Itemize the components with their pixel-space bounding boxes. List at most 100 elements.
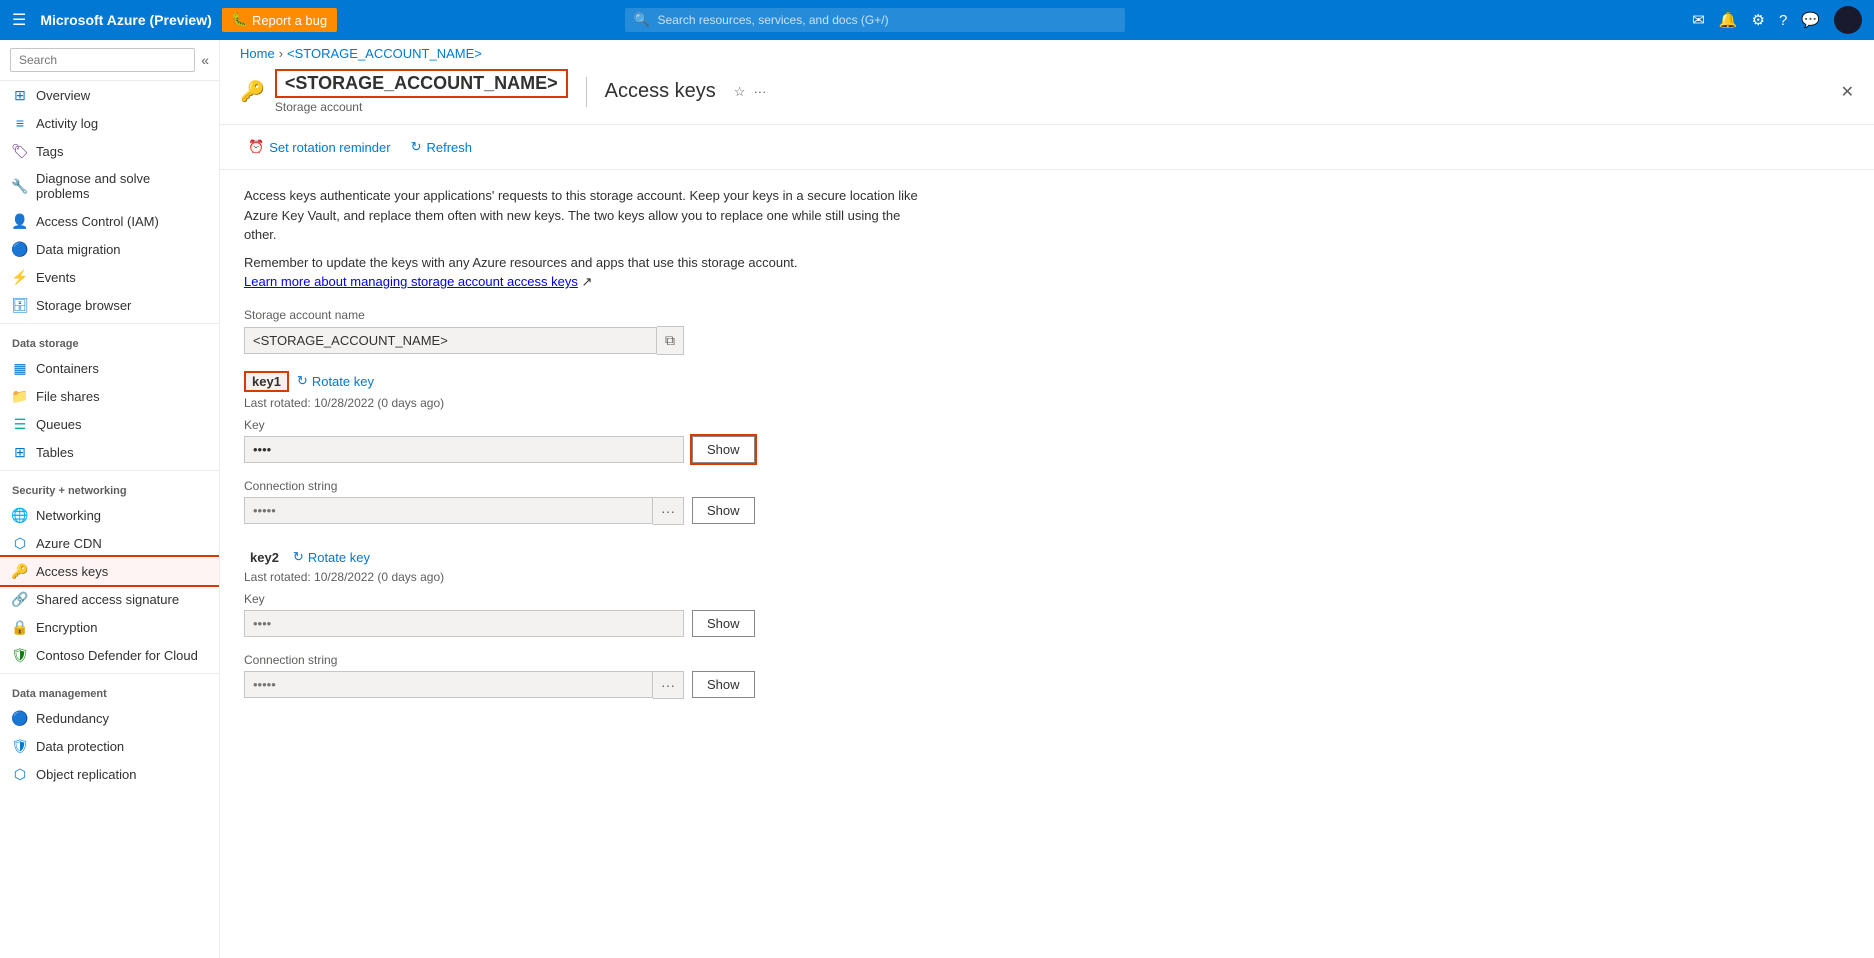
replication-icon: ⬡ xyxy=(12,766,28,782)
sidebar-item-access-keys[interactable]: 🔑 Access keys xyxy=(0,557,219,585)
sidebar-item-data-protection[interactable]: 🛡 Data protection xyxy=(0,732,219,760)
sidebar-item-label: Activity log xyxy=(36,116,98,131)
sidebar-item-shared-access[interactable]: 🔗 Shared access signature xyxy=(0,585,219,613)
info-note: Remember to update the keys with any Azu… xyxy=(244,253,924,292)
sidebar-item-label: Queues xyxy=(36,417,82,432)
copy-key1-connection-button[interactable]: ··· xyxy=(653,497,684,525)
rotation-icon: ⏰ xyxy=(248,139,264,155)
sidebar-item-defender[interactable]: 🛡 Contoso Defender for Cloud xyxy=(0,641,219,669)
hamburger-icon[interactable]: ☰ xyxy=(12,10,26,30)
sidebar-item-object-replication[interactable]: ⬡ Object replication xyxy=(0,760,219,788)
global-search-input[interactable] xyxy=(625,8,1125,32)
sidebar-collapse-button[interactable]: « xyxy=(201,52,209,68)
page-title: Access keys xyxy=(605,80,716,103)
events-icon: ⚡ xyxy=(12,269,28,285)
notifications-icon[interactable]: 🔔 xyxy=(1719,11,1738,29)
show-key1-connection-button[interactable]: Show xyxy=(692,497,755,524)
key2-key-label: Key xyxy=(244,592,924,606)
main-layout: « ⊞ Overview ≡ Activity log 🏷 Tags 🔧 Dia… xyxy=(0,40,1874,958)
set-rotation-button[interactable]: ⏰ Set rotation reminder xyxy=(240,135,399,159)
sidebar-item-label: Networking xyxy=(36,508,101,523)
sidebar-item-tables[interactable]: ⊞ Tables xyxy=(0,438,219,466)
storage-name-label: Storage account name xyxy=(244,308,924,322)
favorite-icon[interactable]: ☆ xyxy=(734,84,746,100)
key1-key-input[interactable] xyxy=(244,436,684,463)
sidebar-item-encryption[interactable]: 🔒 Encryption xyxy=(0,613,219,641)
sidebar-item-label: Diagnose and solve problems xyxy=(36,171,207,201)
key1-key-row: Show xyxy=(244,436,924,463)
content-toolbar: ⏰ Set rotation reminder ↻ Refresh xyxy=(220,125,1874,170)
key2-last-rotated: Last rotated: 10/28/2022 (0 days ago) xyxy=(244,570,1850,584)
sidebar-item-networking[interactable]: 🌐 Networking xyxy=(0,501,219,529)
close-button[interactable]: ✕ xyxy=(1841,82,1854,102)
user-avatar[interactable] xyxy=(1834,6,1862,34)
show-key1-button[interactable]: Show xyxy=(692,436,755,463)
sidebar-item-queues[interactable]: ☰ Queues xyxy=(0,410,219,438)
sidebar-item-tags[interactable]: 🏷 Tags xyxy=(0,137,219,165)
rotate-key1-button[interactable]: ↻ Rotate key xyxy=(297,373,374,389)
show-key2-button[interactable]: Show xyxy=(692,610,755,637)
sidebar-item-label: Encryption xyxy=(36,620,97,635)
key1-connection-wrap: ··· xyxy=(244,497,684,525)
title-actions: ☆ ··· xyxy=(734,84,767,100)
key2-key-row: Show xyxy=(244,610,924,637)
sidebar-item-label: Access Control (IAM) xyxy=(36,214,159,229)
sidebar-item-label: Tables xyxy=(36,445,74,460)
sidebar-item-file-shares[interactable]: 📁 File shares xyxy=(0,382,219,410)
key1-connection-group: Connection string ··· Show xyxy=(244,479,924,525)
iam-icon: 👤 xyxy=(12,213,28,229)
copy-storage-name-button[interactable]: ⧉ xyxy=(657,326,684,355)
key2-connection-input[interactable] xyxy=(244,671,653,698)
key1-connection-input[interactable] xyxy=(244,497,653,524)
sidebar-item-events[interactable]: ⚡ Events xyxy=(0,263,219,291)
breadcrumb: Home › <STORAGE_ACCOUNT_NAME> xyxy=(240,40,1854,63)
breadcrumb-home[interactable]: Home xyxy=(240,46,275,61)
sidebar-item-diagnose[interactable]: 🔧 Diagnose and solve problems xyxy=(0,165,219,207)
sidebar-item-label: Redundancy xyxy=(36,711,109,726)
sidebar-item-label: Data protection xyxy=(36,739,124,754)
rotate-key2-button[interactable]: ↻ Rotate key xyxy=(293,549,370,565)
sidebar-item-label: Storage browser xyxy=(36,298,131,313)
more-options-icon[interactable]: ··· xyxy=(753,84,766,100)
sidebar-item-overview[interactable]: ⊞ Overview xyxy=(0,81,219,109)
breadcrumb-resource[interactable]: <STORAGE_ACCOUNT_NAME> xyxy=(287,46,482,61)
show-key2-connection-button[interactable]: Show xyxy=(692,671,755,698)
feedback-icon[interactable]: 💬 xyxy=(1801,11,1820,29)
resource-icon: 🔑 xyxy=(240,79,265,104)
help-icon[interactable]: ? xyxy=(1779,12,1787,29)
storage-name-input[interactable] xyxy=(244,327,657,354)
right-panel: Home › <STORAGE_ACCOUNT_NAME> 🔑 <STORAGE… xyxy=(220,40,1874,958)
copy-key2-connection-button[interactable]: ··· xyxy=(653,671,684,699)
report-bug-button[interactable]: 🐛 Report a bug xyxy=(222,8,337,32)
overview-icon: ⊞ xyxy=(12,87,28,103)
sidebar-item-redundancy[interactable]: 🔵 Redundancy xyxy=(0,704,219,732)
sidebar-item-label: Containers xyxy=(36,361,99,376)
sidebar-item-label: Azure CDN xyxy=(36,536,102,551)
key2-key-input[interactable] xyxy=(244,610,684,637)
refresh-button[interactable]: ↻ Refresh xyxy=(403,135,480,159)
bug-icon: 🐛 xyxy=(232,12,248,28)
brand-title: Microsoft Azure (Preview) xyxy=(40,12,211,28)
learn-more-link[interactable]: Learn more about managing storage accoun… xyxy=(244,274,578,289)
sidebar-item-activity-log[interactable]: ≡ Activity log xyxy=(0,109,219,137)
storage-browser-icon: 🗄 xyxy=(12,297,28,313)
key1-connection-row: ··· Show xyxy=(244,497,924,525)
defender-icon: 🛡 xyxy=(12,647,28,663)
sidebar-item-storage-browser[interactable]: 🗄 Storage browser xyxy=(0,291,219,319)
key1-section: key1 ↻ Rotate key Last rotated: 10/28/20… xyxy=(244,371,1850,525)
networking-icon: 🌐 xyxy=(12,507,28,523)
sidebar-item-label: Events xyxy=(36,270,76,285)
sidebar-item-data-migration[interactable]: 🔵 Data migration xyxy=(0,235,219,263)
mail-icon[interactable]: ✉ xyxy=(1692,11,1705,29)
refresh-icon: ↻ xyxy=(411,139,422,155)
content-area: ⏰ Set rotation reminder ↻ Refresh Access… xyxy=(220,125,1874,958)
key1-header: key1 ↻ Rotate key xyxy=(244,371,1850,392)
key2-header: key2 ↻ Rotate key xyxy=(244,549,1850,566)
sidebar-item-label: Object replication xyxy=(36,767,136,782)
storage-name-field-wrap: ⧉ xyxy=(244,326,684,355)
settings-icon[interactable]: ⚙ xyxy=(1752,11,1765,29)
sidebar-search-input[interactable] xyxy=(10,48,195,72)
sidebar-item-containers[interactable]: ▦ Containers xyxy=(0,354,219,382)
sidebar-item-access-control[interactable]: 👤 Access Control (IAM) xyxy=(0,207,219,235)
sidebar-item-azure-cdn[interactable]: ⬡ Azure CDN xyxy=(0,529,219,557)
